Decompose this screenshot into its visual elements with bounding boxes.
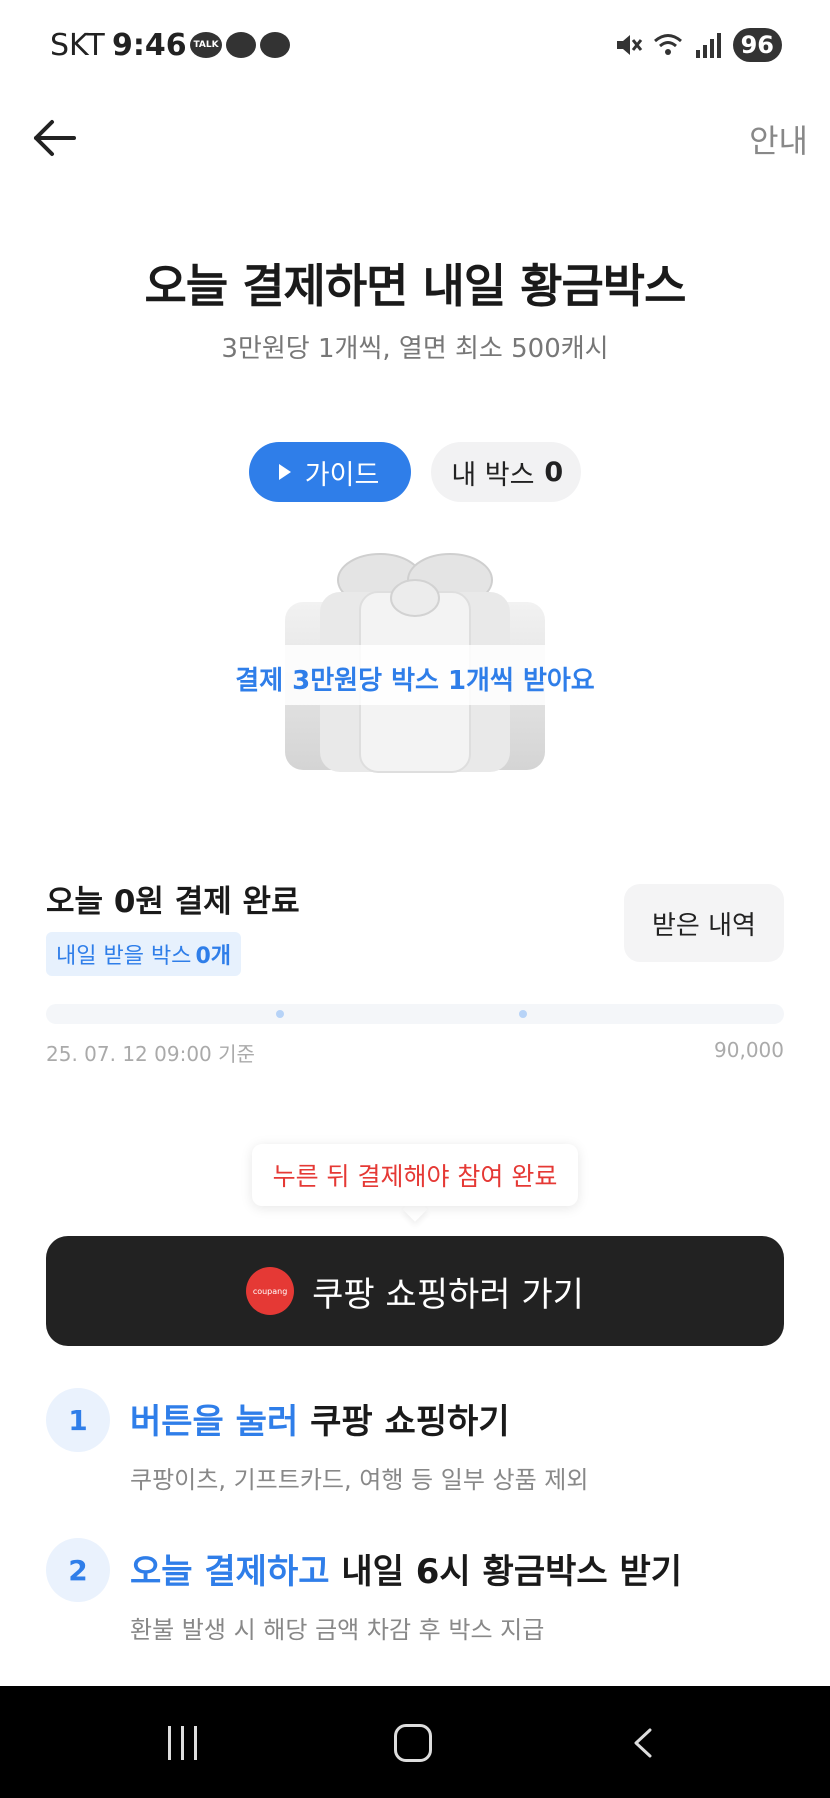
page-subtitle: 3만원당 1개씩, 열면 최소 500캐시 — [221, 334, 609, 364]
step-title-accent: 오늘 결제하고 — [130, 1552, 330, 1592]
step-title: 오늘 결제하고 내일 6시 황금박스 받기 — [130, 1544, 682, 1593]
my-box-count: 0 — [544, 456, 564, 488]
as-of-date: 25. 07. 12 09:00 기준 — [46, 1042, 255, 1066]
tomorrow-box-badge: 내일 받을 박스 0개 — [46, 932, 241, 976]
battery-indicator: 96 — [732, 28, 782, 62]
tomorrow-box-label: 내일 받을 박스 — [56, 944, 192, 969]
info-link[interactable]: 안내 — [749, 116, 808, 162]
coupang-logo-icon: coupang — [246, 1267, 295, 1315]
step-number: 2 — [46, 1538, 110, 1602]
step-number: 1 — [46, 1388, 110, 1452]
page-title: 오늘 결제하면 내일 황금박스 — [144, 259, 687, 313]
status-bar: SKT 9:46 TALK 96 — [0, 0, 830, 92]
received-history-button[interactable]: 받은 내역 — [624, 884, 784, 962]
chat-bubble-icon — [226, 32, 256, 58]
step-description: 쿠팡이츠, 기프트카드, 여행 등 일부 상품 제외 — [130, 1466, 589, 1494]
gift-caption: 결제 3만원당 박스 1개씩 받아요 — [235, 666, 595, 696]
mute-icon — [616, 35, 642, 55]
guide-button-label: 가이드 — [304, 459, 380, 491]
max-amount-label: 90,000 — [714, 1038, 784, 1062]
my-box-button[interactable]: 내 박스 0 — [431, 442, 582, 502]
progress-milestone — [276, 1010, 284, 1018]
system-nav-bar — [0, 1686, 830, 1798]
kakaotalk-icon: TALK — [190, 32, 222, 58]
step-title-rest: 쿠팡 쇼핑하기 — [298, 1402, 510, 1442]
back-nav-icon[interactable] — [630, 1728, 656, 1758]
recent-apps-icon[interactable] — [160, 1726, 204, 1760]
go-shopping-button[interactable]: coupang 쿠팡 쇼핑하러 가기 — [46, 1236, 784, 1346]
home-icon[interactable] — [394, 1724, 432, 1762]
notification-icons: TALK — [190, 32, 290, 58]
my-box-label: 내 박스 — [451, 459, 535, 491]
payment-progress-bar — [46, 1004, 784, 1024]
step-title-rest: 내일 6시 황금박스 받기 — [329, 1552, 683, 1592]
today-payment-status: 오늘 0원 결제 완료 — [46, 884, 300, 920]
tomorrow-box-count: 0개 — [195, 944, 231, 969]
carrier-label: SKT — [50, 28, 105, 63]
step-title-accent: 버튼을 눌러 — [130, 1402, 299, 1442]
play-icon — [278, 464, 291, 480]
step-description: 환불 발생 시 해당 금액 차감 후 박스 지급 — [130, 1616, 545, 1644]
chat-bubble-icon — [260, 32, 290, 58]
wifi-icon — [653, 34, 682, 55]
participation-tooltip: 누른 뒤 결제해야 참여 완료 — [252, 1144, 578, 1206]
progress-milestone — [519, 1010, 527, 1018]
back-arrow-icon[interactable] — [30, 116, 82, 160]
system-icons: 96 — [613, 28, 782, 62]
step-title: 버튼을 눌러 쿠팡 쇼핑하기 — [130, 1394, 510, 1443]
guide-button[interactable]: 가이드 — [248, 442, 412, 502]
clock: 9:46 — [112, 28, 187, 63]
chip-row: 가이드 내 박스 0 — [0, 442, 830, 502]
signal-icon — [695, 33, 721, 58]
go-shopping-label: 쿠팡 쇼핑하러 가기 — [312, 1274, 584, 1315]
